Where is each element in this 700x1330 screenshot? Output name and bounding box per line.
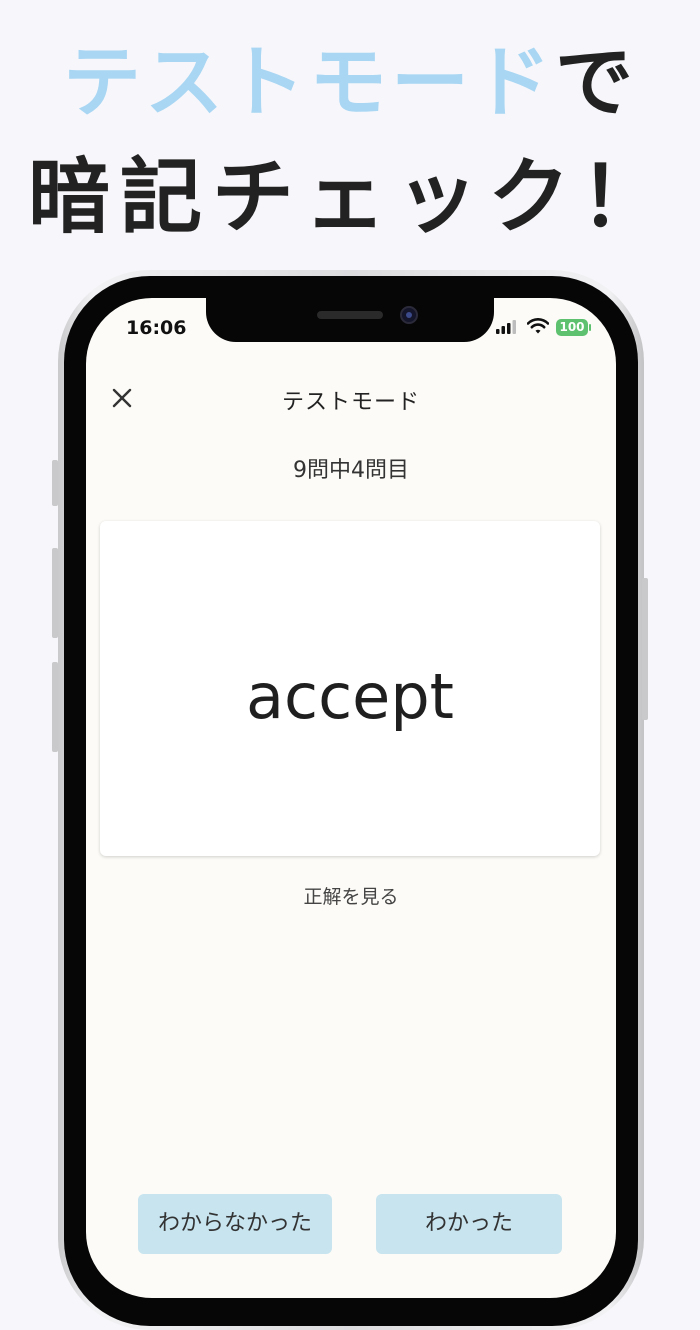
status-time: 16:06: [126, 317, 187, 339]
phone-volume-up-button: [52, 548, 58, 638]
front-camera: [400, 306, 418, 324]
know-button[interactable]: わかった: [376, 1194, 562, 1254]
cellular-signal-icon: [496, 320, 516, 334]
promo-headline-line2: 暗記チェック！: [27, 150, 672, 245]
promo-headline-line1: テストモードで: [0, 38, 700, 128]
battery-tip: [589, 324, 591, 331]
show-answer-link[interactable]: 正解を見る: [86, 882, 616, 909]
promo-headline-rest: で: [555, 38, 638, 128]
question-progress: 9問中4問目: [293, 458, 409, 483]
wifi-icon: [527, 318, 549, 334]
battery-icon: 100: [556, 319, 588, 336]
page-title: テストモード: [281, 390, 420, 415]
phone-volume-down-button: [52, 662, 58, 752]
flashcard[interactable]: accept: [100, 521, 600, 856]
dont-know-button[interactable]: わからなかった: [138, 1194, 332, 1254]
app-screen: 16:06 100 テストモード 9問中4問目 accept 正解を見る わから…: [86, 298, 616, 1298]
phone-power-button: [642, 578, 648, 720]
promo-headline-accent: テストモード: [62, 38, 555, 128]
phone-notch: [206, 296, 494, 342]
phone-silent-switch: [52, 460, 58, 506]
flashcard-word: accept: [246, 660, 454, 733]
phone-speaker: [317, 311, 383, 319]
